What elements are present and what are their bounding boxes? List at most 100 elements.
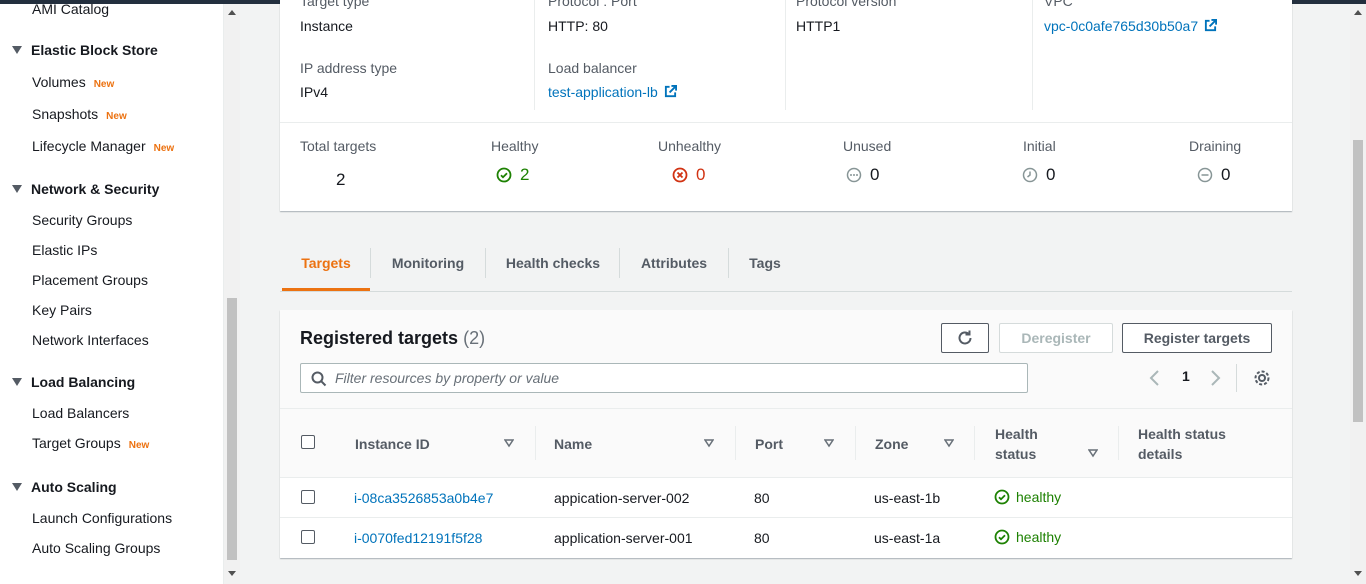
column-divider — [535, 426, 536, 460]
load-balancer-link[interactable]: test-application-lb — [548, 84, 677, 100]
tab-separator — [370, 248, 371, 278]
nav-link-elastic-ips[interactable]: Elastic IPs — [32, 242, 97, 258]
nav-section-label: Load Balancing — [31, 374, 136, 390]
filter-search[interactable] — [300, 363, 1028, 393]
tab-monitoring[interactable]: Monitoring — [376, 236, 480, 291]
nav-link-auto-scaling-groups[interactable]: Auto Scaling Groups — [32, 540, 160, 556]
scroll-down-icon[interactable] — [1354, 571, 1362, 576]
nav-link-label: AMI Catalog — [32, 4, 110, 17]
total-targets-count: 2 — [336, 170, 346, 189]
current-page-number[interactable]: 1 — [1182, 368, 1190, 384]
status-draining-icon — [1197, 167, 1213, 183]
section-divider — [280, 122, 1292, 123]
nav-section-label: Auto Scaling — [31, 479, 117, 495]
main-scrollbar[interactable] — [1350, 4, 1366, 584]
header-line: Health — [995, 426, 1038, 442]
previous-page-icon[interactable] — [1148, 369, 1162, 387]
nav-link-volumes[interactable]: Volumes New — [32, 74, 114, 90]
status-stopped-icon — [846, 167, 862, 183]
instance-id-link[interactable]: i-08ca3526853a0b4e7 — [354, 490, 493, 506]
health-status-text: healthy — [1016, 529, 1062, 545]
column-header-health-status[interactable]: Health status — [995, 426, 1038, 462]
nav-link-placement-groups[interactable]: Placement Groups — [32, 272, 148, 288]
nav-link-network-interfaces[interactable]: Network Interfaces — [32, 332, 149, 348]
column-header-zone[interactable]: Zone — [875, 436, 908, 452]
row-checkbox[interactable] — [301, 530, 315, 544]
unhealthy-value: 0 — [672, 165, 705, 185]
caret-down-icon — [12, 378, 22, 386]
refresh-button[interactable] — [941, 323, 989, 353]
target-name: appication-server-002 — [554, 490, 690, 506]
deregister-button[interactable]: Deregister — [999, 323, 1113, 353]
instance-id-link[interactable]: i-0070fed12191f5f28 — [354, 530, 482, 546]
tab-health-checks[interactable]: Health checks — [490, 236, 616, 291]
tab-attributes[interactable]: Attributes — [624, 236, 724, 291]
settings-gear-icon[interactable] — [1253, 369, 1271, 387]
ip-address-type-label: IP address type — [300, 60, 398, 76]
target-group-details-card: Target type Instance Protocol : Port HTT… — [280, 0, 1292, 211]
nav-section-auto-scaling[interactable]: Auto Scaling — [12, 479, 117, 495]
select-all-checkbox[interactable] — [301, 435, 315, 449]
side-navigation: AMI Catalog Elastic Block Store Volumes N… — [0, 4, 224, 584]
column-header-port[interactable]: Port — [755, 436, 783, 452]
nav-link-load-balancers[interactable]: Load Balancers — [32, 405, 129, 421]
column-header-name[interactable]: Name — [554, 436, 592, 452]
column-header-health-status-details[interactable]: Health status details — [1138, 426, 1226, 462]
nav-link-security-groups[interactable]: Security Groups — [32, 212, 132, 228]
sort-icon[interactable] — [944, 438, 954, 448]
sort-icon[interactable] — [1088, 448, 1098, 458]
sort-icon[interactable] — [504, 438, 514, 448]
nav-link-launch-configurations[interactable]: Launch Configurations — [32, 510, 172, 526]
status-positive-icon — [994, 529, 1010, 545]
column-header-instance-id[interactable]: Instance ID — [355, 436, 430, 452]
row-checkbox[interactable] — [301, 490, 315, 504]
nav-section-load-balancing[interactable]: Load Balancing — [12, 374, 135, 390]
column-divider — [534, 0, 535, 110]
refresh-icon — [958, 330, 972, 345]
column-divider — [785, 0, 786, 110]
new-badge: New — [93, 79, 115, 90]
load-balancer-link-text: test-application-lb — [548, 84, 658, 100]
nav-link-ami-catalog[interactable]: AMI Catalog — [32, 4, 109, 17]
nav-section-elastic-block-store[interactable]: Elastic Block Store — [12, 42, 158, 58]
scroll-down-icon[interactable] — [228, 571, 236, 576]
column-divider — [735, 426, 736, 460]
external-link-icon — [664, 85, 677, 98]
nav-link-label: Target Groups — [32, 435, 121, 451]
sidebar-scrollbar-thumb[interactable] — [227, 298, 237, 560]
healthy-value: 2 — [496, 165, 529, 185]
initial-count: 0 — [1046, 165, 1056, 184]
tab-targets[interactable]: Targets — [282, 236, 370, 291]
nav-section-network-security[interactable]: Network & Security — [12, 181, 159, 197]
ip-address-type-value: IPv4 — [300, 84, 329, 100]
sort-icon[interactable] — [704, 438, 714, 448]
nav-link-lifecycle-manager[interactable]: Lifecycle Manager New — [32, 138, 174, 154]
main-scrollbar-thumb[interactable] — [1353, 140, 1363, 422]
sidebar-scrollbar[interactable] — [224, 4, 240, 584]
nav-link-key-pairs[interactable]: Key Pairs — [32, 302, 92, 318]
next-page-icon[interactable] — [1208, 369, 1222, 387]
scroll-up-icon[interactable] — [1354, 10, 1362, 15]
search-icon — [311, 371, 327, 387]
status-positive-icon — [496, 167, 512, 183]
new-badge: New — [128, 440, 150, 451]
draining-label: Draining — [1189, 138, 1242, 154]
caret-down-icon — [12, 46, 22, 54]
vpc-link[interactable]: vpc-0c0afe765d30b50a7 — [1044, 18, 1218, 34]
draining-value: 0 — [1197, 165, 1230, 185]
nav-link-target-groups[interactable]: Target Groups New — [32, 435, 149, 451]
scroll-up-icon[interactable] — [228, 10, 236, 15]
column-divider — [855, 426, 856, 460]
nav-link-label: Elastic IPs — [32, 242, 98, 258]
nav-link-snapshots[interactable]: Snapshots New — [32, 106, 127, 122]
tab-tags[interactable]: Tags — [734, 236, 796, 291]
register-targets-button[interactable]: Register targets — [1122, 323, 1272, 353]
header-line: status — [995, 446, 1037, 462]
total-targets-value: 2 — [336, 170, 345, 190]
sort-icon[interactable] — [824, 438, 834, 448]
header-line: Health status — [1138, 426, 1226, 442]
caret-down-icon — [12, 185, 22, 193]
filter-input[interactable] — [335, 369, 1015, 387]
nav-section-label: Elastic Block Store — [31, 42, 158, 58]
new-badge: New — [153, 143, 175, 154]
